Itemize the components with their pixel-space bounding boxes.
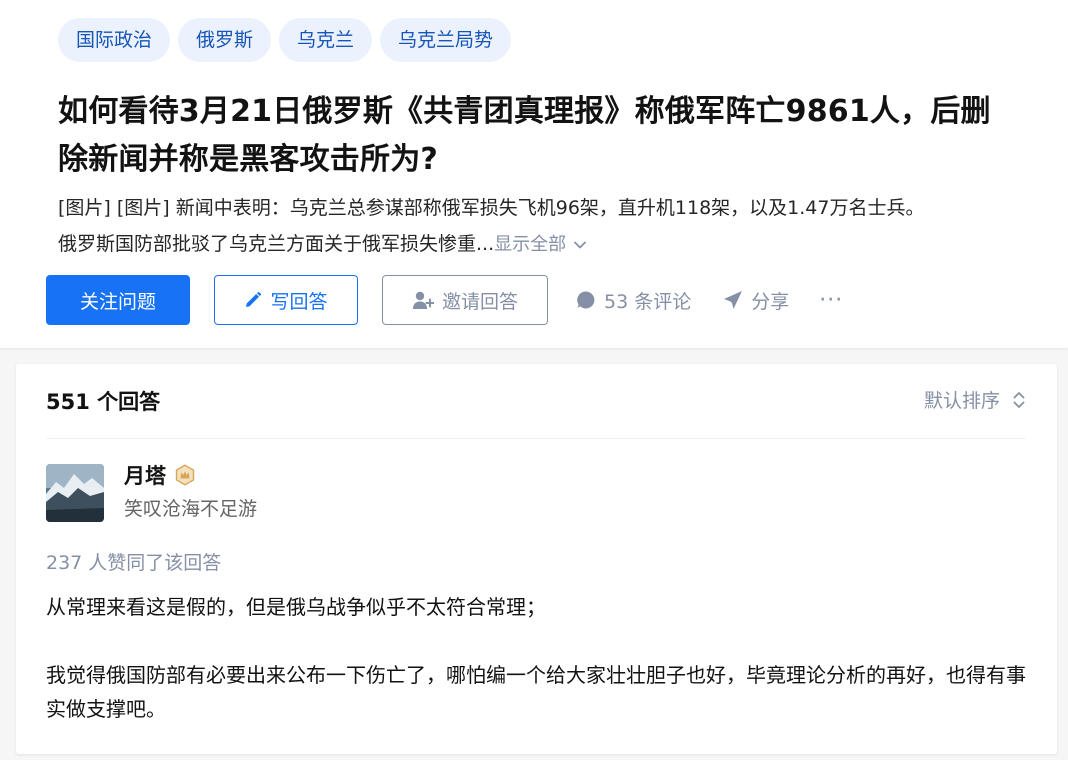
add-user-icon: [412, 291, 434, 309]
mountain-landscape-avatar: [46, 464, 104, 522]
question-excerpt: [图片] [图片] 新闻中表明：乌克兰总参谋部称俄军损失飞机96架，直升机118…: [58, 190, 1068, 263]
comments-button[interactable]: 53 条评论: [576, 287, 691, 314]
question-title-line: 除新闻并称是黑客攻击所为?: [58, 142, 439, 177]
sort-chevron-icon: [1013, 391, 1025, 408]
write-answer-button[interactable]: 写回答: [214, 275, 358, 325]
vote-count: 237 人赞同了该回答: [46, 552, 222, 574]
topic-tag[interactable]: 乌克兰: [279, 18, 373, 62]
pencil-icon: [246, 291, 262, 307]
question-actions: 关注问题 写回答 邀请回答 53 条评论 分享 ···: [46, 274, 843, 326]
author-bio: 笑叹沧海不足游: [124, 498, 258, 520]
topic-tag[interactable]: 国际政治: [58, 18, 171, 62]
topic-tag[interactable]: 乌克兰局势: [380, 18, 512, 62]
chevron-down-icon: [574, 241, 587, 249]
topic-tag[interactable]: 俄罗斯: [178, 18, 272, 62]
more-icon: ···: [819, 287, 844, 313]
show-all-button[interactable]: 显示全部: [494, 234, 588, 255]
invite-answer-button[interactable]: 邀请回答: [382, 275, 548, 325]
crown-badge-icon: [175, 464, 195, 486]
answer-paragraph: 从常理来看这是假的，但是俄乌战争似乎不太符合常理；: [46, 595, 546, 619]
show-all-label: 显示全部: [494, 234, 567, 255]
avatar[interactable]: [46, 464, 104, 522]
excerpt-text: 俄罗斯国防部批驳了乌克兰方面关于俄军损失惨重...: [58, 233, 495, 255]
sort-label: 默认排序: [923, 390, 1000, 412]
write-label: 写回答: [270, 290, 328, 313]
question-title: 如何看待3月21日俄罗斯《共青团真理报》称俄军阵亡9861人，后删 除新闻并称是…: [58, 88, 1068, 184]
answers-card: 551 个回答 默认排序 月塔 笑叹沧海不足游 237 人赞同了该回答 从常理来…: [16, 364, 1057, 754]
topic-tags: 国际政治 俄罗斯 乌克兰 乌克兰局势: [58, 18, 512, 62]
follow-question-button[interactable]: 关注问题: [46, 275, 190, 325]
share-label: 分享: [751, 290, 790, 313]
comment-bubble-icon: [577, 291, 595, 309]
sort-dropdown[interactable]: 默认排序: [924, 386, 1026, 413]
excerpt-line-2: 俄罗斯国防部批驳了乌克兰方面关于俄军损失惨重...显示全部: [58, 226, 1068, 263]
question-title-line: 如何看待3月21日俄罗斯《共青团真理报》称俄军阵亡9861人，后删: [58, 94, 991, 129]
follow-label: 关注问题: [79, 290, 156, 313]
author-name-text: 月塔: [124, 464, 166, 488]
more-options-button[interactable]: ···: [819, 288, 843, 313]
question-header: 国际政治 俄罗斯 乌克兰 乌克兰局势 如何看待3月21日俄罗斯《共青团真理报》称…: [0, 0, 1068, 348]
excerpt-line: [图片] [图片] 新闻中表明：乌克兰总参谋部称俄军损失飞机96架，直升机118…: [58, 197, 925, 219]
paper-plane-icon: [724, 291, 743, 309]
author-name[interactable]: 月塔: [124, 460, 196, 490]
answer-content: 从常理来看这是假的，但是俄乌战争似乎不太符合常理； 我觉得俄国防部有必要出来公布…: [46, 590, 1026, 760]
answer-count: 551 个回答: [46, 390, 161, 414]
invite-label: 邀请回答: [441, 290, 518, 313]
answer-paragraph: 我觉得俄国防部有必要出来公布一下伤亡了，哪怕编一个给大家壮壮胆子也好，毕竟理论分…: [46, 663, 1026, 721]
comments-label: 53 条评论: [604, 290, 692, 313]
answers-header: 551 个回答 默认排序: [46, 364, 1026, 439]
share-button[interactable]: 分享: [723, 287, 789, 314]
